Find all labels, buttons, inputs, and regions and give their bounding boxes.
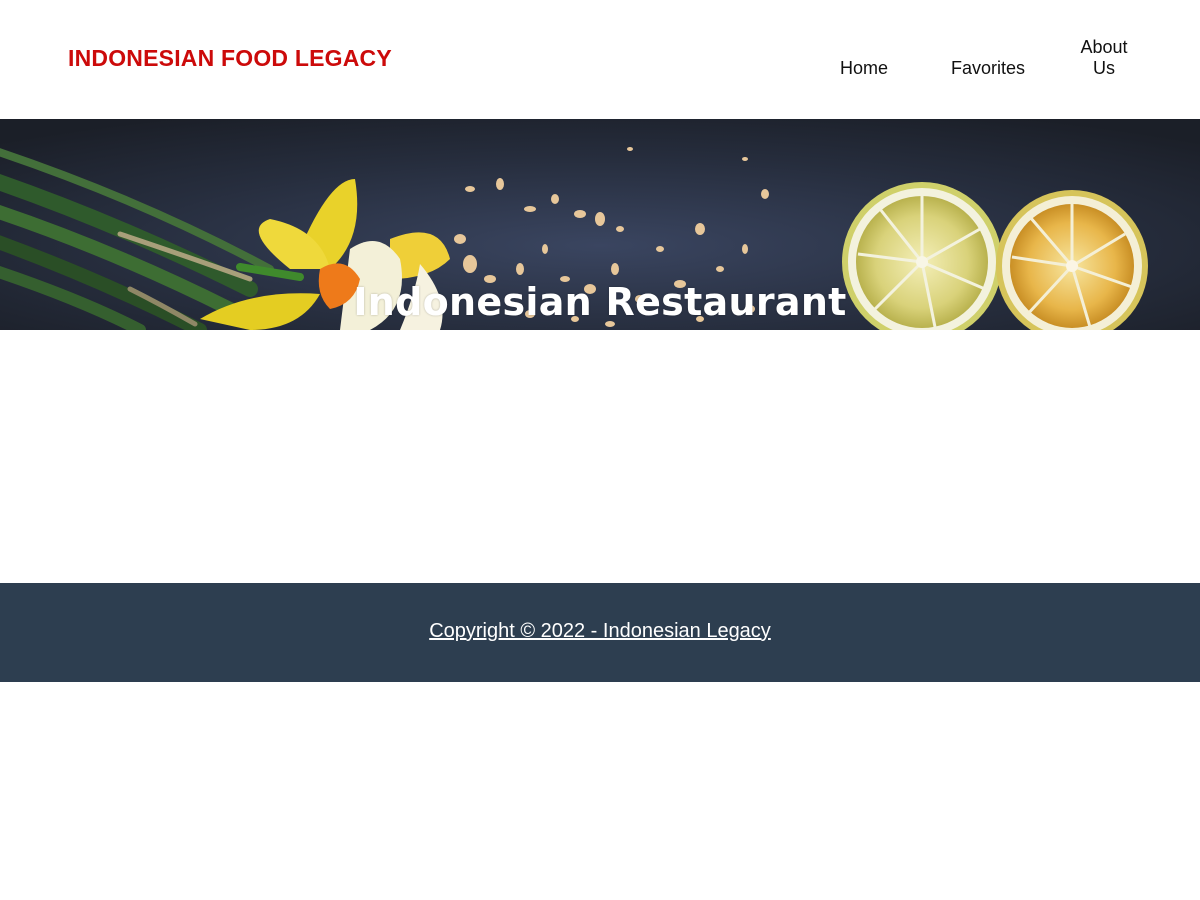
nav-about-line1: About [1080, 37, 1128, 57]
page: INDONESIAN FOOD LEGACY Home Favorites Ab… [0, 0, 1200, 900]
hero-title: Indonesian Restaurant [353, 280, 847, 324]
nav-favorites-link[interactable]: Favorites [951, 58, 1025, 79]
nav-about-line2: Us [1093, 58, 1115, 78]
nav-about-us-link[interactable]: About Us [1076, 37, 1132, 79]
site-header: INDONESIAN FOOD LEGACY Home Favorites Ab… [0, 0, 1200, 119]
copyright-link[interactable]: Copyright © 2022 - Indonesian Legacy [0, 620, 1200, 643]
nav-home-link[interactable]: Home [840, 58, 888, 79]
site-logo-text[interactable]: INDONESIAN FOOD LEGACY [68, 45, 392, 72]
